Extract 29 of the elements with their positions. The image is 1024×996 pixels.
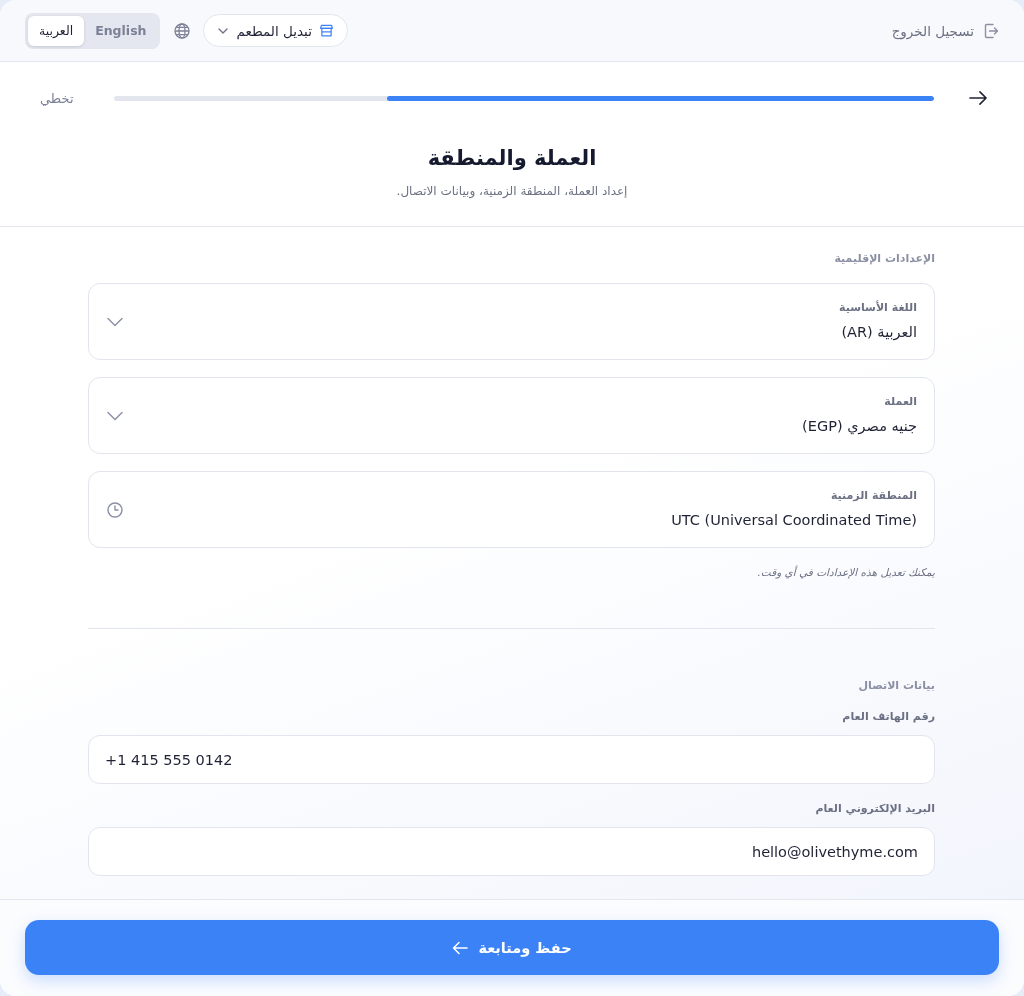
select-field[interactable]: اللغة الأساسية العربية (AR) bbox=[88, 283, 935, 360]
section-heading: الإعدادات الإقليمية bbox=[833, 251, 935, 267]
page-subtitle: إعداد العملة، المنطقة الزمنية، وبيانات الاتصال. bbox=[395, 183, 629, 201]
arrow-left-icon bbox=[452, 939, 469, 956]
select-value: UTC (Universal Coordinated Time) bbox=[671, 511, 917, 530]
save-button[interactable]: حفظ ومتابعة bbox=[25, 920, 999, 975]
page-title: العملة والمنطقة bbox=[426, 145, 598, 172]
restaurant-switch-button[interactable]: تبديل المطعم bbox=[203, 14, 348, 47]
field-label: رقم الهاتف العام bbox=[841, 709, 935, 725]
select-value: جنيه مصري (EGP) bbox=[802, 417, 917, 437]
select-field[interactable]: العملة جنيه مصري (EGP) bbox=[88, 377, 935, 454]
phone-field[interactable]: +1 415 555 0142 bbox=[88, 735, 935, 784]
field-label: المنطقة الزمنية bbox=[829, 488, 917, 504]
language-tab[interactable]: العربية bbox=[28, 15, 85, 46]
email-field[interactable]: hello@olivethyme.com bbox=[88, 827, 935, 876]
section-heading: بيانات الاتصال bbox=[857, 678, 935, 694]
arrow-right-icon[interactable] bbox=[969, 90, 988, 106]
field-label: اللغة الأساسية bbox=[839, 300, 917, 316]
select-value: العربية (AR) bbox=[840, 323, 917, 343]
field-hint: يمكنك تعديل هذه الإعدادات في أي وقت. bbox=[756, 564, 935, 580]
logout-button[interactable]: تسجيل الخروج bbox=[891, 22, 999, 39]
store-icon bbox=[319, 24, 333, 37]
clock-icon bbox=[107, 501, 123, 518]
field-label: البريد الإلكتروني العام bbox=[814, 801, 935, 817]
chevron-down-icon bbox=[218, 27, 229, 34]
skip-link[interactable]: تخطي bbox=[40, 90, 74, 106]
globe-icon[interactable] bbox=[174, 22, 191, 39]
field-label: العملة bbox=[883, 394, 917, 410]
logout-icon bbox=[983, 22, 999, 39]
